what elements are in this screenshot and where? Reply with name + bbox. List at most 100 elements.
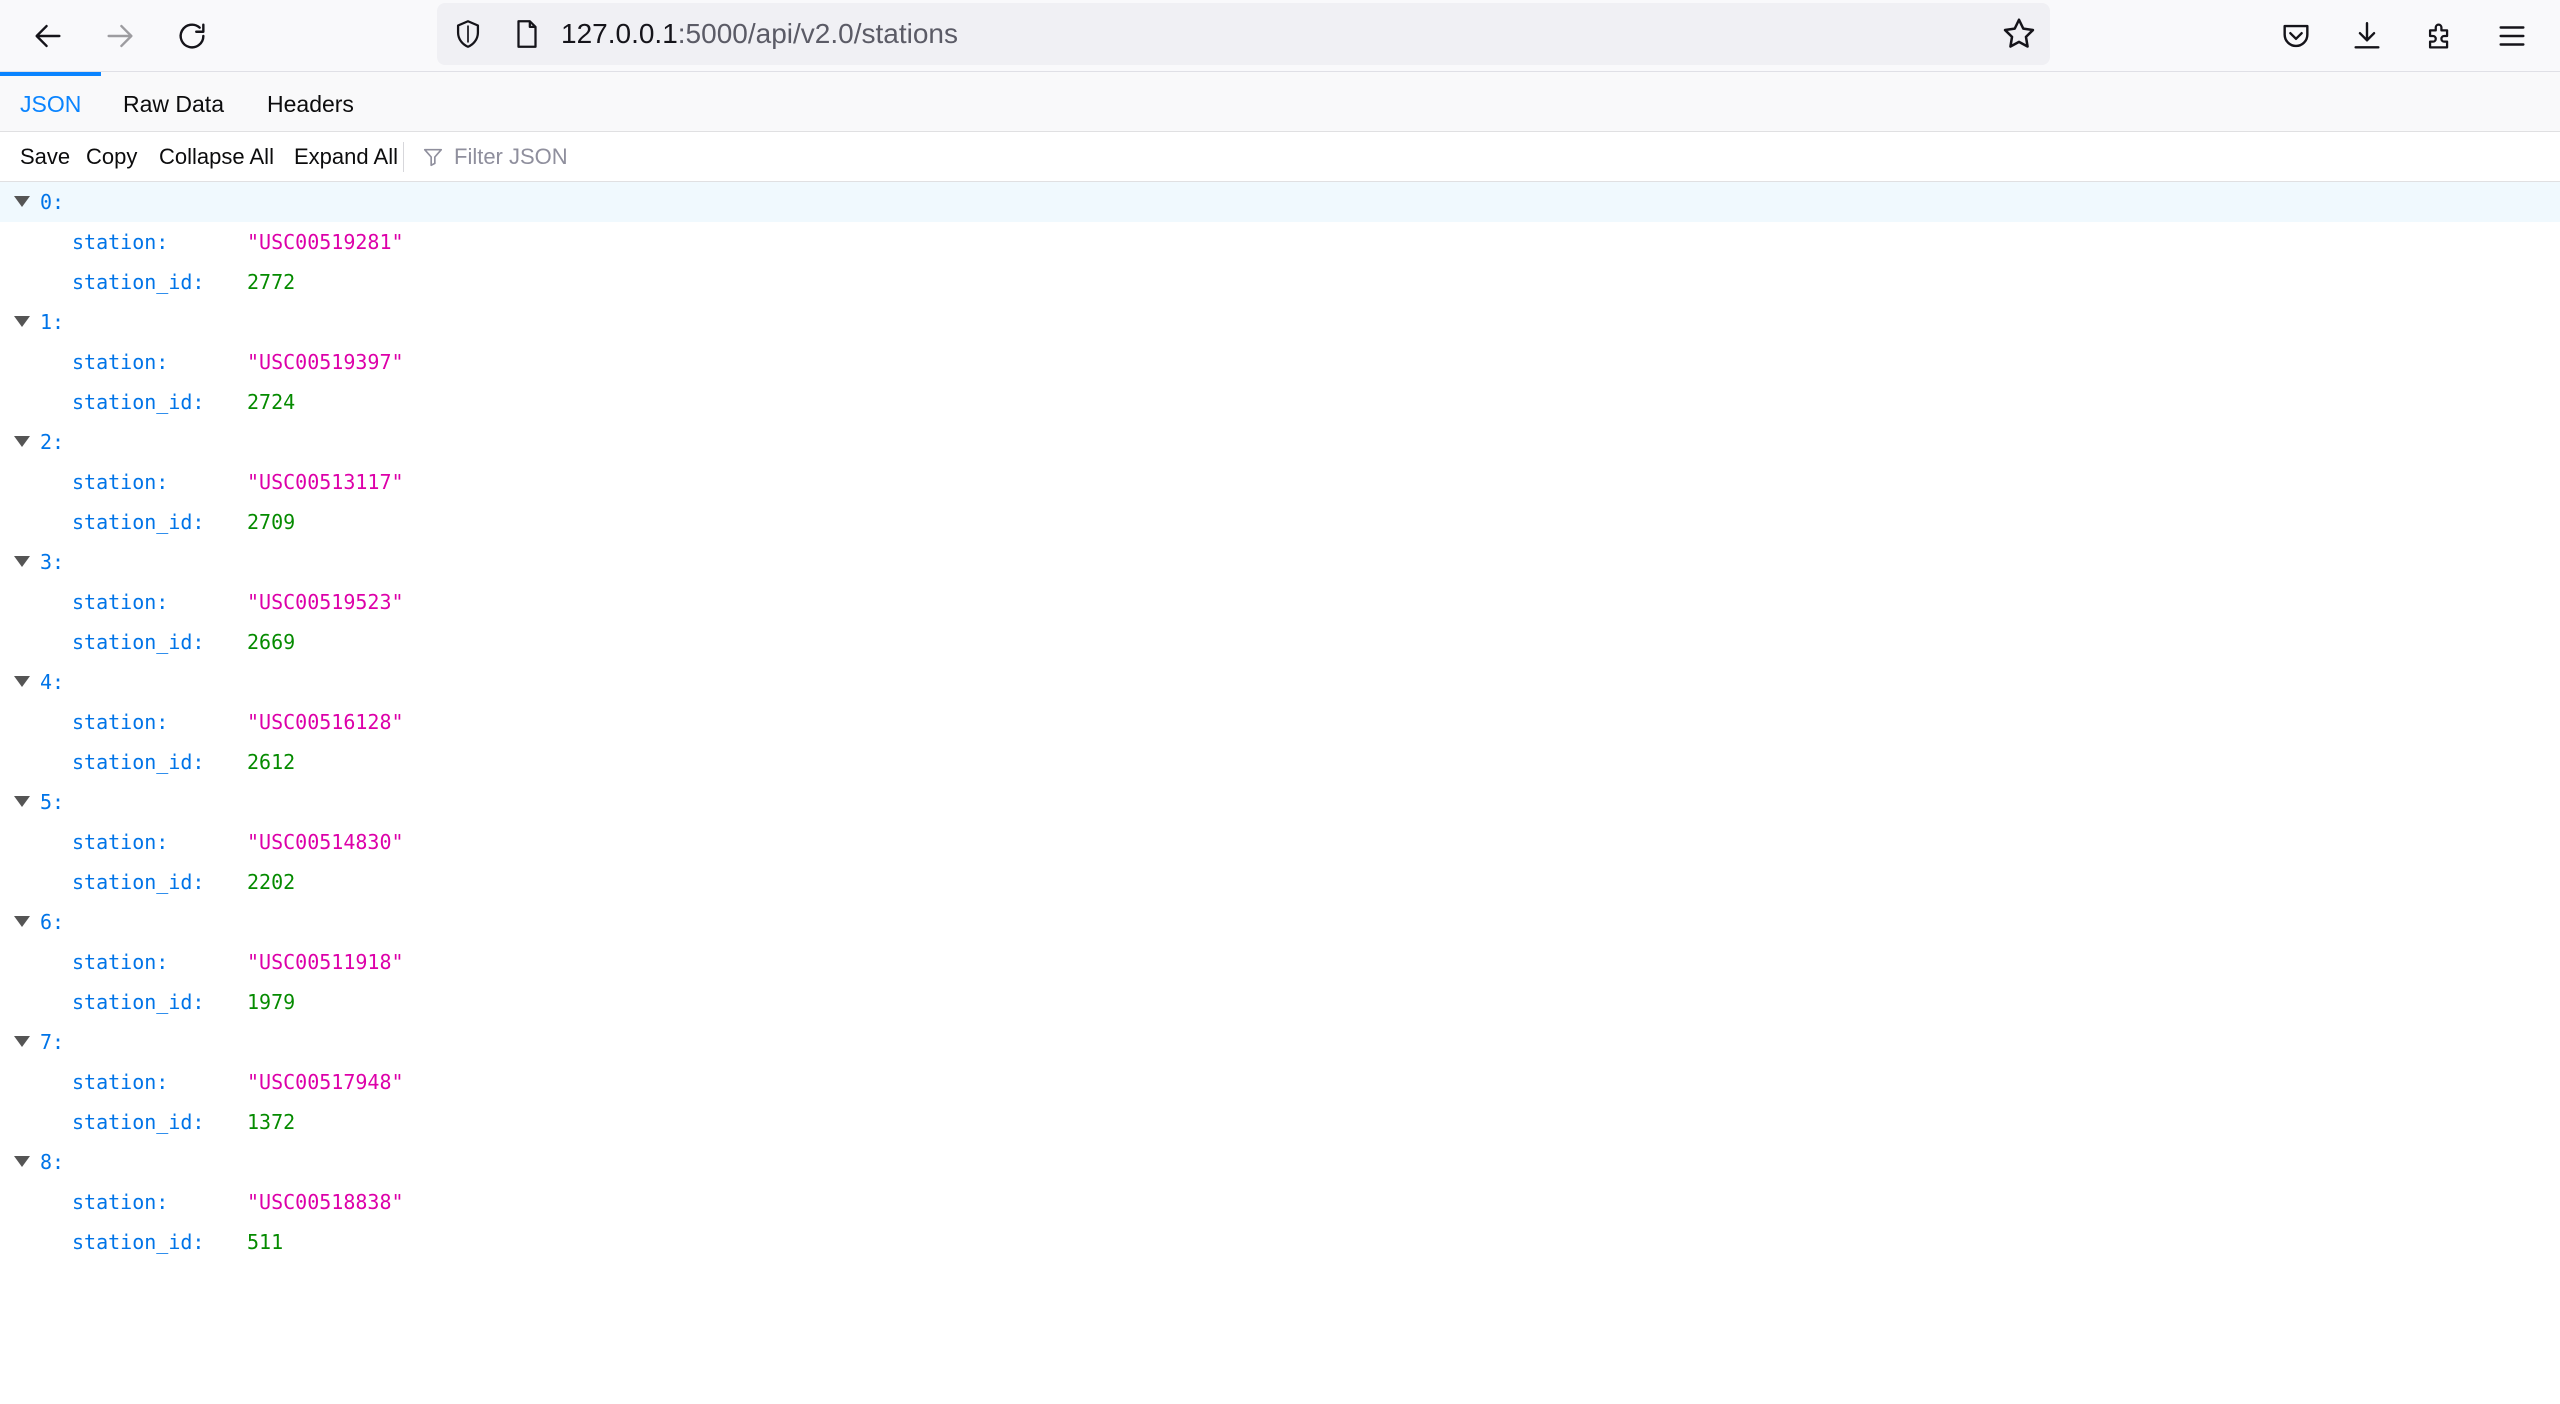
extensions-button[interactable] [2414, 10, 2466, 62]
json-key: station_id: [72, 1110, 205, 1134]
json-index-row[interactable]: 4: [0, 662, 2560, 702]
json-property-row[interactable]: station: "USC00519397" [0, 342, 2560, 382]
json-property-row[interactable]: station: "USC00514830" [0, 822, 2560, 862]
download-icon [2354, 22, 2380, 49]
json-property-row[interactable]: station: "USC00519281" [0, 222, 2560, 262]
back-button[interactable] [22, 10, 74, 62]
json-item: 5: station: "USC00514830" station_id: 22… [0, 782, 2560, 902]
json-property-row[interactable]: station_id: 2709 [0, 502, 2560, 542]
expand-all-button[interactable]: Expand All [294, 132, 398, 182]
json-number-value: 1372 [247, 1110, 296, 1134]
json-item: 3: station: "USC00519523" station_id: 26… [0, 542, 2560, 662]
copy-button[interactable]: Copy [86, 132, 137, 182]
expand-triangle-icon[interactable] [14, 676, 30, 687]
save-button[interactable]: Save [20, 132, 70, 182]
collapse-all-button[interactable]: Collapse All [159, 132, 274, 182]
json-number-value: 1979 [247, 990, 296, 1014]
expand-triangle-icon[interactable] [14, 436, 30, 447]
json-property-row[interactable]: station: "USC00517948" [0, 1062, 2560, 1102]
json-property-row[interactable]: station_id: 511 [0, 1222, 2560, 1262]
expand-triangle-icon[interactable] [14, 1156, 30, 1167]
reload-button[interactable] [166, 10, 218, 62]
json-property-row[interactable]: station_id: 2772 [0, 262, 2560, 302]
json-number-value: 2772 [247, 270, 296, 294]
json-property-row[interactable]: station: "USC00513117" [0, 462, 2560, 502]
url-path: :5000/api/v2.0/stations [677, 18, 958, 49]
expand-triangle-icon[interactable] [14, 916, 30, 927]
json-key: station: [72, 950, 169, 974]
viewer-tab-bar: JSON Raw Data Headers [0, 72, 2560, 132]
forward-button[interactable] [94, 10, 146, 62]
json-key: station: [72, 230, 169, 254]
json-string-value: "USC00519397" [247, 350, 404, 374]
json-key: station: [72, 590, 169, 614]
json-property-row[interactable]: station_id: 1372 [0, 1102, 2560, 1142]
downloads-button[interactable] [2341, 10, 2393, 62]
json-index-row[interactable]: 5: [0, 782, 2560, 822]
json-key: station_id: [72, 630, 205, 654]
address-bar[interactable]: 127.0.0.1:5000/api/v2.0/stations [437, 3, 2050, 65]
json-property-row[interactable]: station_id: 2612 [0, 742, 2560, 782]
json-key: station: [72, 1070, 169, 1094]
json-string-value: "USC00518838" [247, 1190, 404, 1214]
tab-raw-data[interactable]: Raw Data [103, 72, 244, 132]
json-item: 8: station: "USC00518838" station_id: 51… [0, 1142, 2560, 1262]
json-index: 0: [40, 190, 65, 214]
json-index-row[interactable]: 1: [0, 302, 2560, 342]
expand-triangle-icon[interactable] [14, 796, 30, 807]
menu-button[interactable] [2486, 10, 2538, 62]
json-key: station_id: [72, 270, 205, 294]
json-key: station: [72, 710, 169, 734]
json-key: station_id: [72, 390, 205, 414]
pocket-icon [2283, 24, 2309, 48]
json-item: 1: station: "USC00519397" station_id: 27… [0, 302, 2560, 422]
json-property-row[interactable]: station_id: 2202 [0, 862, 2560, 902]
json-property-row[interactable]: station_id: 2724 [0, 382, 2560, 422]
json-property-row[interactable]: station: "USC00511918" [0, 942, 2560, 982]
json-index: 6: [40, 910, 65, 934]
json-number-value: 2202 [247, 870, 296, 894]
page-icon[interactable] [510, 17, 544, 51]
json-item: 6: station: "USC00511918" station_id: 19… [0, 902, 2560, 1022]
json-item: 0: station: "USC00519281" station_id: 27… [0, 182, 2560, 302]
json-index-row[interactable]: 3: [0, 542, 2560, 582]
expand-triangle-icon[interactable] [14, 1036, 30, 1047]
json-index-row[interactable]: 2: [0, 422, 2560, 462]
json-index: 1: [40, 310, 65, 334]
json-number-value: 511 [247, 1230, 284, 1254]
puzzle-icon [2428, 23, 2449, 49]
json-index-row[interactable]: 7: [0, 1022, 2560, 1062]
json-index-row[interactable]: 8: [0, 1142, 2560, 1182]
expand-triangle-icon[interactable] [14, 556, 30, 567]
toolbar-divider [403, 142, 404, 172]
filter-json-input[interactable] [452, 138, 1352, 176]
expand-triangle-icon[interactable] [14, 316, 30, 327]
json-property-row[interactable]: station_id: 2669 [0, 622, 2560, 662]
json-item: 2: station: "USC00513117" station_id: 27… [0, 422, 2560, 542]
json-string-value: "USC00511918" [247, 950, 404, 974]
pocket-button[interactable] [2270, 10, 2322, 62]
tab-headers[interactable]: Headers [247, 72, 374, 132]
json-number-value: 2709 [247, 510, 296, 534]
filter-box[interactable] [422, 132, 1422, 182]
json-key: station_id: [72, 750, 205, 774]
expand-triangle-icon[interactable] [14, 196, 30, 207]
json-index: 8: [40, 1150, 65, 1174]
json-string-value: "USC00513117" [247, 470, 404, 494]
json-index: 4: [40, 670, 65, 694]
url-text[interactable]: 127.0.0.1:5000/api/v2.0/stations [561, 3, 958, 65]
json-string-value: "USC00519281" [247, 230, 404, 254]
tab-json[interactable]: JSON [0, 72, 102, 132]
json-property-row[interactable]: station: "USC00519523" [0, 582, 2560, 622]
json-tree: 0: station: "USC00519281" station_id: 27… [0, 182, 2560, 1262]
json-property-row[interactable]: station_id: 1979 [0, 982, 2560, 1022]
bookmark-star-icon[interactable] [2000, 15, 2038, 53]
json-property-row[interactable]: station: "USC00516128" [0, 702, 2560, 742]
json-property-row[interactable]: station: "USC00518838" [0, 1182, 2560, 1222]
json-index: 5: [40, 790, 65, 814]
json-index-row[interactable]: 0: [0, 182, 2560, 222]
json-index: 2: [40, 430, 65, 454]
json-key: station_id: [72, 990, 205, 1014]
json-index-row[interactable]: 6: [0, 902, 2560, 942]
shield-icon[interactable] [451, 17, 485, 51]
